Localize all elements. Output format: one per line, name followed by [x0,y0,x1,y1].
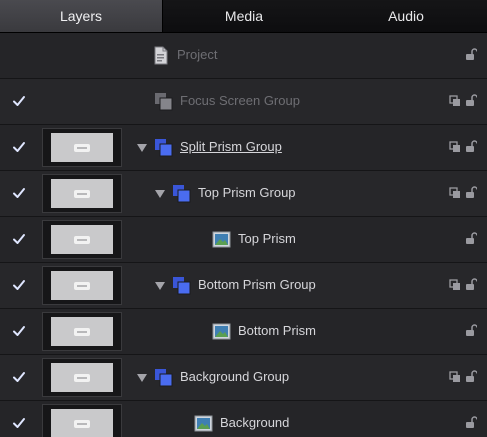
layer-visibility-checkbox[interactable] [11,185,27,201]
tab-audio[interactable]: Audio [325,0,487,32]
layer-visibility-checkbox[interactable] [11,369,27,385]
thumbnail-placeholder-icon [74,235,90,244]
layer-list: Project Focus Screen Group Split Prism Gro… [0,33,487,437]
layer-row[interactable]: Top Prism Group [0,171,487,217]
layer-thumbnail [42,358,122,397]
group-icon [154,138,173,157]
layer-row[interactable]: Background Group [0,355,487,401]
layer-row-actions [449,278,477,291]
group-link-icon[interactable] [449,140,461,153]
thumbnail-preview [51,179,113,208]
layer-name: Background [220,415,290,430]
thumbnail-preview [51,225,113,254]
thumbnail-placeholder-icon [74,281,90,290]
layer-row-actions [449,94,477,107]
layer-name: Top Prism [238,231,296,246]
layer-row[interactable]: Split Prism Group [0,125,487,171]
lock-icon[interactable] [465,48,477,61]
layer-visibility-checkbox[interactable] [11,231,27,247]
lock-icon[interactable] [465,324,477,337]
layer-name: Split Prism Group [180,139,282,154]
layer-name: Background Group [180,369,290,384]
layer-row-actions [465,416,477,429]
layer-row[interactable]: Top Prism [0,217,487,263]
layer-row[interactable]: Bottom Prism Group [0,263,487,309]
panel-tabs: Layers Media Audio [0,0,487,33]
layers-panel: Layers Media Audio Project Focus Screen G… [0,0,487,437]
lock-icon[interactable] [465,232,477,245]
layer-thumbnail [42,128,122,167]
thumbnail-preview [51,271,113,300]
disclosure-triangle-icon[interactable] [154,279,166,291]
layer-row[interactable]: Project [0,33,487,79]
layer-row-actions [465,232,477,245]
layer-visibility-checkbox[interactable] [11,277,27,293]
lock-icon[interactable] [465,416,477,429]
layer-visibility-checkbox[interactable] [11,415,27,431]
layer-row-actions [449,140,477,153]
lock-icon[interactable] [465,278,477,291]
image-layer-icon [212,322,231,341]
thumbnail-preview [51,133,113,162]
layer-name: Project [177,47,218,62]
thumbnail-placeholder-icon [74,327,90,336]
thumbnail-placeholder-icon [74,419,90,428]
layer-row[interactable]: Background [0,401,487,437]
thumbnail-placeholder-icon [74,189,90,198]
layer-name: Bottom Prism [238,323,317,338]
checkmark-icon [13,234,25,244]
layer-thumbnail [42,220,122,259]
thumbnail-preview [51,363,113,392]
checkmark-icon [13,418,25,428]
layer-name: Bottom Prism Group [198,277,316,292]
lock-icon[interactable] [465,370,477,383]
checkmark-icon [13,142,25,152]
layer-visibility-checkbox[interactable] [11,139,27,155]
image-layer-icon [212,230,231,249]
disclosure-triangle-icon[interactable] [136,141,148,153]
lock-icon[interactable] [465,140,477,153]
tab-layers[interactable]: Layers [0,0,163,32]
thumbnail-preview [51,409,113,437]
checkmark-icon [13,372,25,382]
lock-icon[interactable] [465,94,477,107]
thumbnail-preview [51,317,113,346]
layer-visibility-checkbox[interactable] [11,323,27,339]
layer-visibility-checkbox[interactable] [11,93,27,109]
layer-row-actions [449,186,477,199]
group-link-icon[interactable] [449,370,461,383]
layer-row[interactable]: Bottom Prism [0,309,487,355]
project-document-icon [151,46,170,65]
group-icon [154,368,173,387]
group-link-icon[interactable] [449,186,461,199]
checkmark-icon [13,188,25,198]
checkmark-icon [13,326,25,336]
thumbnail-placeholder-icon [74,143,90,152]
checkmark-icon [13,96,25,106]
lock-icon[interactable] [465,186,477,199]
layer-thumbnail [42,312,122,351]
group-icon [172,184,191,203]
tab-media[interactable]: Media [163,0,325,32]
layer-row[interactable]: Focus Screen Group [0,79,487,125]
group-icon [172,276,191,295]
layer-row-actions [449,370,477,383]
image-layer-icon [194,414,213,433]
layer-row-actions [465,324,477,337]
disclosure-triangle-icon[interactable] [136,371,148,383]
group-icon [154,92,173,111]
layer-thumbnail [42,266,122,305]
disclosure-triangle-icon[interactable] [154,187,166,199]
thumbnail-placeholder-icon [74,373,90,382]
layer-thumbnail [42,404,122,437]
group-link-icon[interactable] [449,94,461,107]
layer-thumbnail [42,174,122,213]
layer-name: Top Prism Group [198,185,296,200]
layer-name: Focus Screen Group [180,93,300,108]
group-link-icon[interactable] [449,278,461,291]
layer-row-actions [465,48,477,61]
checkmark-icon [13,280,25,290]
